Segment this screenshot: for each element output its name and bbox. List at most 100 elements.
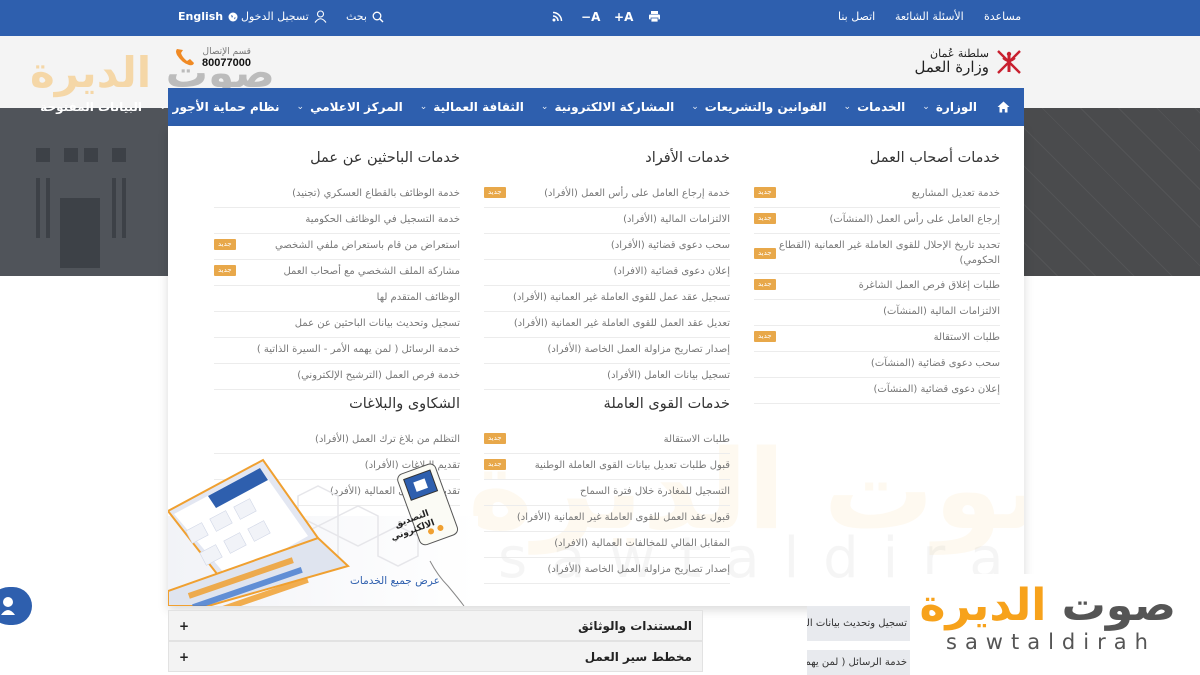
service-link[interactable]: خدمة التسجيل في الوظائف الحكومية (214, 208, 460, 234)
nav-item-labor-culture[interactable]: الثقافة العمالية ⌄ (420, 100, 524, 114)
service-link[interactable]: إعلان دعوى قضائية (الافراد) (484, 260, 730, 286)
search-link[interactable]: بحث (346, 10, 384, 23)
service-link[interactable]: سحب دعوى قضائية (المنشآت) (754, 352, 1000, 378)
service-label: خدمة فرص العمل (الترشيح الإلكتروني) (297, 370, 460, 381)
service-link[interactable]: التظلم من بلاغ ترك العمل (الأفراد) (214, 428, 460, 454)
services-mega-menu: صوت الديرة sawtaldirah خدمات أصحاب العمل… (168, 126, 1024, 606)
service-link[interactable]: طلبات إغلاق فرص العمل الشاغرة جديد (754, 274, 1000, 300)
service-label: الالتزامات المالية (المنشآت) (883, 306, 1000, 317)
home-icon[interactable] (997, 101, 1010, 113)
service-link[interactable]: طلبات الاستقالة جديد (754, 326, 1000, 352)
new-badge: جديد (484, 433, 506, 444)
chevron-down-icon: ⌄ (159, 102, 167, 112)
contact-link[interactable]: اتصل بنا (838, 10, 875, 23)
nav-item-e-participation[interactable]: المشاركة الالكترونية ⌄ (541, 100, 674, 114)
accordion-documents[interactable]: المستندات والوثائق + (168, 610, 703, 641)
ministry-logo[interactable]: سلطنة عُمان وزارة العمل (910, 42, 1025, 82)
chevron-down-icon: ⌄ (540, 102, 549, 112)
view-all-services-link[interactable]: عرض جميع الخدمات (350, 575, 440, 587)
service-label: طلبات الاستقالة (663, 434, 730, 445)
service-label: خدمة إرجاع العامل على رأس العمل (الأفراد… (544, 188, 730, 199)
service-label: تعديل عقد العمل للقوى العاملة غير العمان… (513, 318, 730, 329)
service-list: خدمة الوظائف بالقطاع العسكري (تجنيد) خدمة… (214, 182, 460, 390)
service-link[interactable]: مشاركة الملف الشخصي مع أصحاب العمل جديد (214, 260, 460, 286)
new-badge: جديد (484, 459, 506, 470)
nav-item-laws[interactable]: القوانين والتشريعات ⌄ (691, 100, 826, 114)
service-label: سحب دعوى قضائية (الأفراد) (610, 240, 730, 251)
language-switch[interactable]: English (178, 10, 238, 23)
main-nav: الوزارة ⌄ الخدمات ⌄ القوانين والتشريعات ⌄ ا… (40, 88, 1024, 126)
service-link[interactable]: الالتزامات المالية (المنشآت) (754, 300, 1000, 326)
service-list: خدمة إرجاع العامل على رأس العمل (الأفراد… (484, 182, 730, 390)
print-icon[interactable] (648, 10, 661, 23)
chevron-down-icon: ⌄ (691, 102, 699, 112)
faq-link[interactable]: الأسئلة الشائعة (895, 10, 964, 23)
service-list: خدمة تعديل المشاريع جديد إرجاع العامل على … (754, 182, 1000, 404)
service-link[interactable]: التسجيل للمغادرة خلال فترة السماح (484, 480, 730, 506)
expand-icon: + (179, 618, 190, 633)
service-link[interactable]: إعلان دعوى قضائية (المنشآت) (754, 378, 1000, 404)
chevron-down-icon: ⌄ (419, 102, 428, 112)
service-link[interactable]: استعراض من قام باستعراض ملفي الشخصي جديد (214, 234, 460, 260)
column-title: خدمات الباحثين عن عمل (310, 150, 460, 166)
nav-item-services[interactable]: الخدمات ⌄ (844, 100, 906, 114)
globe-icon (228, 12, 238, 22)
column-title: خدمات القوى العاملة (603, 396, 730, 412)
side-link[interactable]: خدمة الرسائل ( لمن يهمه الأمر - (807, 650, 917, 675)
font-increase-button[interactable]: A+ (614, 10, 633, 24)
service-link[interactable]: قبول عقد العمل للقوى العاملة غير العماني… (484, 506, 730, 532)
font-decrease-button[interactable]: A− (581, 10, 600, 24)
help-link[interactable]: مساعدة (984, 10, 1021, 23)
login-link[interactable]: تسجيل الدخول (241, 10, 327, 23)
service-link[interactable]: الوظائف المتقدم لها (214, 286, 460, 312)
service-link[interactable]: خدمة فرص العمل (الترشيح الإلكتروني) (214, 364, 460, 390)
service-link[interactable]: خدمة تعديل المشاريع جديد (754, 182, 1000, 208)
oman-emblem-icon (993, 46, 1025, 78)
service-label: قبول طلبات تعديل بيانات القوى العاملة ال… (534, 460, 730, 471)
service-link[interactable]: تعديل عقد العمل للقوى العاملة غير العمان… (484, 312, 730, 338)
service-label: الوظائف المتقدم لها (376, 292, 460, 303)
new-badge: جديد (754, 279, 776, 290)
service-link[interactable]: إصدار تصاريح مزاولة العمل الخاصة (الأفرا… (484, 338, 730, 364)
service-label: خدمة الرسائل ( لمن يهمه الأمر - السيرة ا… (256, 344, 460, 355)
accessibility-button[interactable] (0, 587, 32, 625)
top-utility-bar: English تسجيل الدخول بحث A− A+ اتصل بنا … (0, 0, 1200, 36)
new-badge: جديد (754, 213, 776, 224)
service-link[interactable]: إصدار تصاريح مزاولة العمل الخاصة (الأفرا… (484, 558, 730, 584)
person-icon (1, 597, 15, 615)
service-link[interactable]: خدمة الرسائل ( لمن يهمه الأمر - السيرة ا… (214, 338, 460, 364)
search-icon (372, 11, 384, 23)
accordion-title: المستندات والوثائق (578, 618, 692, 633)
service-link[interactable]: طلبات الاستقالة جديد (484, 428, 730, 454)
nav-item-media-center[interactable]: المركز الاعلامي ⌄ (297, 100, 403, 114)
service-label: طلبات إغلاق فرص العمل الشاغرة (858, 280, 1000, 291)
service-label: خدمة الوظائف بالقطاع العسكري (تجنيد) (292, 188, 460, 199)
service-link[interactable]: تسجيل وتحديث بيانات الباحثين عن عمل (214, 312, 460, 338)
employer-services-column: خدمات أصحاب العمل خدمة تعديل المشاريع جدي… (754, 150, 1000, 404)
service-link[interactable]: سحب دعوى قضائية (الأفراد) (484, 234, 730, 260)
new-badge: جديد (754, 331, 776, 342)
accordion-workflow[interactable]: مخطط سير العمل + (168, 641, 703, 672)
service-link[interactable]: خدمة إرجاع العامل على رأس العمل (الأفراد… (484, 182, 730, 208)
service-link[interactable]: إرجاع العامل على رأس العمل (المنشآت) جديد (754, 208, 1000, 234)
service-link[interactable]: قبول طلبات تعديل بيانات القوى العاملة ال… (484, 454, 730, 480)
nav-item-wage-protection[interactable]: نظام حماية الأجور ⌄ (159, 100, 280, 114)
service-link[interactable]: الالتزامات المالية (الأفراد) (484, 208, 730, 234)
side-link[interactable]: تسجيل وتحديث بيانات الباحثين عن عمل (807, 606, 917, 641)
service-link[interactable]: تسجيل بيانات العامل (الأفراد) (484, 364, 730, 390)
nav-item-ministry[interactable]: الوزارة ⌄ (922, 100, 977, 114)
service-label: الالتزامات المالية (الأفراد) (623, 214, 730, 225)
column-title: خدمات الأفراد (645, 150, 730, 166)
expand-icon: + (179, 649, 190, 664)
rss-icon[interactable] (552, 11, 563, 22)
service-label: تحديد تاريخ الإحلال للقوى العاملة غير ال… (778, 240, 1000, 266)
new-badge: جديد (214, 265, 236, 276)
service-link[interactable]: المقابل المالي للمخالفات العمالية (الافر… (484, 532, 730, 558)
service-link[interactable]: تسجيل عقد عمل للقوى العاملة غير العمانية… (484, 286, 730, 312)
service-link[interactable]: خدمة الوظائف بالقطاع العسكري (تجنيد) (214, 182, 460, 208)
service-label: التسجيل للمغادرة خلال فترة السماح (579, 486, 730, 497)
service-link[interactable]: تحديد تاريخ الإحلال للقوى العاملة غير ال… (754, 234, 1000, 274)
nav-item-open-data[interactable]: البيانات المفتوحة (40, 100, 142, 114)
service-label: إعلان دعوى قضائية (المنشآت) (873, 384, 1000, 395)
search-label: بحث (346, 10, 367, 23)
